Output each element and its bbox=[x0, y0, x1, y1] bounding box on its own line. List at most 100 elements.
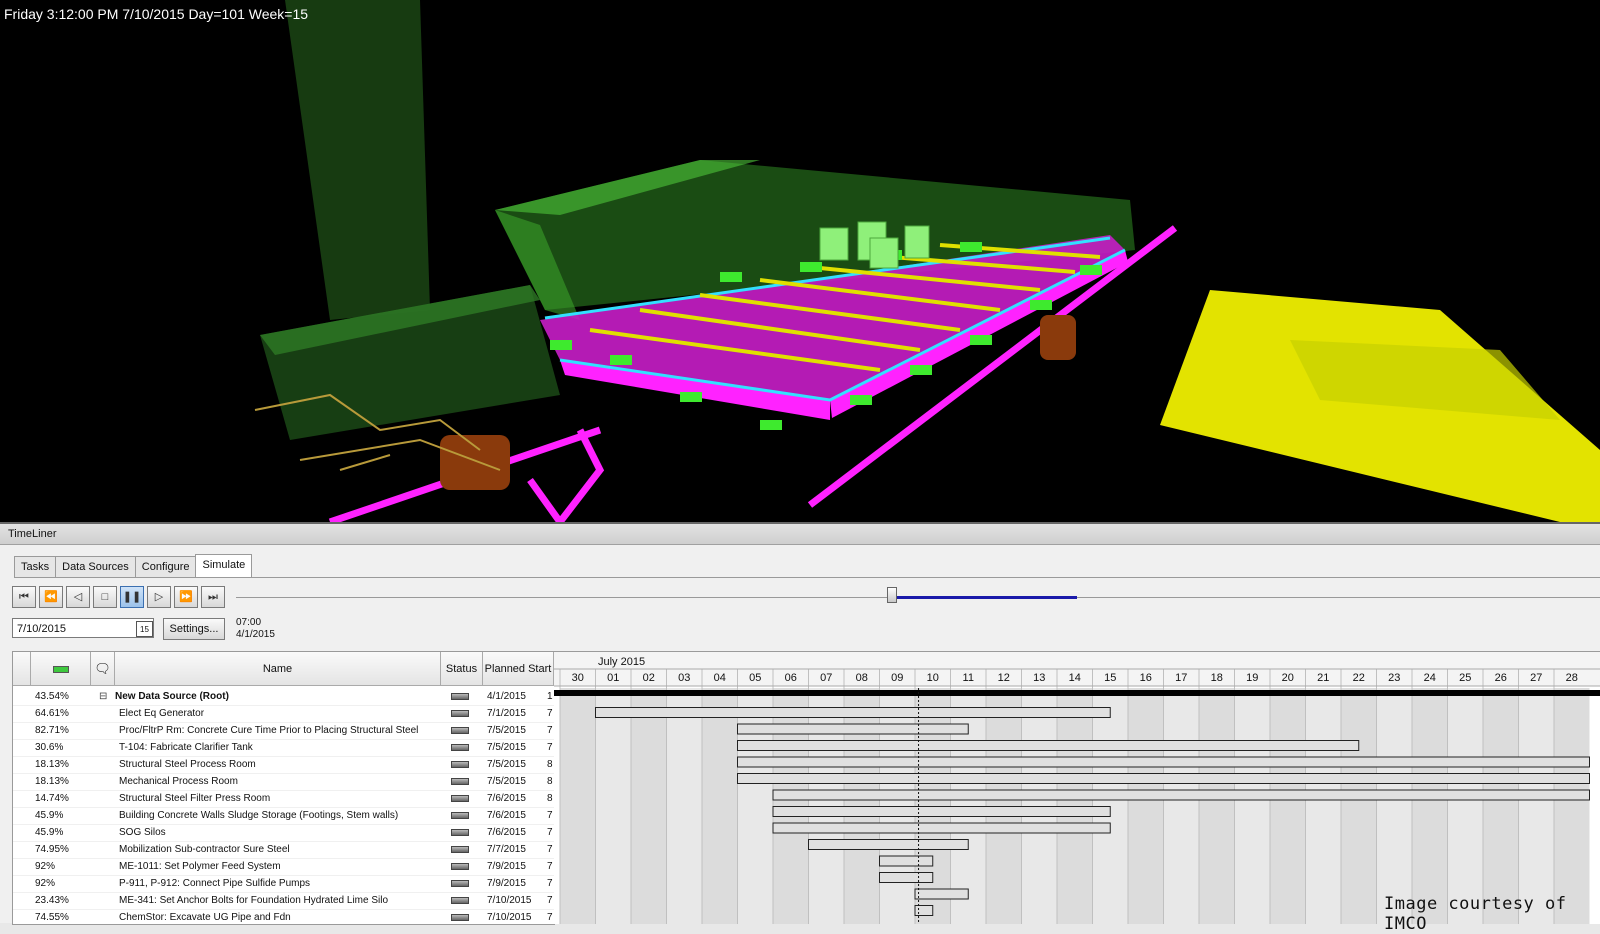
pause-icon[interactable]: ❚❚ bbox=[120, 586, 144, 608]
task-row[interactable]: 43.54% ⊟ New Data Source (Root) 4/1/2015 1 bbox=[13, 688, 554, 706]
task-extra: 7 bbox=[547, 810, 553, 821]
simulation-slider-thumb[interactable] bbox=[886, 587, 897, 603]
tab-simulate[interactable]: Simulate bbox=[195, 554, 253, 577]
gantt-day-label: 17 bbox=[1175, 672, 1187, 684]
status-indicator-icon bbox=[451, 880, 469, 887]
gantt-day-column bbox=[1270, 688, 1306, 924]
gantt-day-column bbox=[1341, 688, 1377, 924]
task-planned-start: 7/5/2015 bbox=[487, 776, 526, 787]
gantt-day-label: 13 bbox=[1033, 672, 1045, 684]
gantt-day-label: 26 bbox=[1495, 672, 1507, 684]
gantt-day-column bbox=[595, 688, 631, 924]
task-planned-start: 7/10/2015 bbox=[487, 895, 532, 906]
planned-start-header[interactable]: Planned Start bbox=[483, 652, 554, 686]
task-row[interactable]: 92% P-911, P-912: Connect Pipe Sulfide Pu… bbox=[13, 875, 554, 893]
stop-icon[interactable]: □ bbox=[93, 586, 117, 608]
task-row[interactable]: 45.9% Building Concrete Walls Sludge Stor… bbox=[13, 807, 554, 825]
task-row[interactable]: 92% ME-1011: Set Polymer Feed System 7/9/2… bbox=[13, 858, 554, 876]
comments-header[interactable]: 🗨 bbox=[91, 652, 115, 686]
comment-icon: 🗨 bbox=[94, 661, 111, 676]
task-percent: 45.9% bbox=[35, 810, 64, 821]
rewind-to-start-icon[interactable]: ⏮ bbox=[12, 586, 36, 608]
task-row[interactable]: 45.9% SOG Silos 7/6/2015 7 bbox=[13, 824, 554, 842]
name-header[interactable]: Name bbox=[115, 652, 441, 686]
task-name: Proc/FltrP Rm: Concrete Cure Time Prior … bbox=[119, 725, 419, 736]
task-row[interactable]: 14.74% Structural Steel Filter Press Room… bbox=[13, 790, 554, 808]
gantt-day-label: 12 bbox=[998, 672, 1010, 684]
task-row[interactable]: 18.13% Mechanical Process Room 7/5/2015 8 bbox=[13, 773, 554, 791]
gantt-task-bar bbox=[879, 855, 934, 867]
gantt-day-column bbox=[1234, 688, 1270, 924]
task-name: Building Concrete Walls Sludge Storage (… bbox=[119, 810, 399, 821]
gantt-chart[interactable]: July 2015 30 01 02 03 04 05 06 07 08 09 10 11 12 13 14 1… bbox=[554, 651, 1600, 924]
task-extra: 1 bbox=[547, 691, 553, 702]
task-planned-start: 7/1/2015 bbox=[487, 708, 526, 719]
gantt-day-label: 21 bbox=[1317, 672, 1329, 684]
task-extra: 8 bbox=[547, 793, 553, 804]
task-name: T-104: Fabricate Clarifier Tank bbox=[119, 742, 253, 753]
task-status bbox=[445, 722, 475, 739]
task-row[interactable]: 82.71% Proc/FltrP Rm: Concrete Cure Time … bbox=[13, 722, 554, 740]
status-header[interactable]: Status bbox=[441, 652, 483, 686]
task-extra: 8 bbox=[547, 759, 553, 770]
status-indicator-icon bbox=[451, 897, 469, 904]
gantt-task-bar bbox=[737, 756, 1590, 768]
settings-button[interactable]: Settings... bbox=[163, 618, 225, 640]
gantt-day-label: 04 bbox=[714, 672, 726, 684]
status-indicator-icon bbox=[451, 693, 469, 700]
tab-divider bbox=[14, 577, 1600, 578]
gantt-day-label: 16 bbox=[1140, 672, 1152, 684]
gantt-month-label: July 2015 bbox=[598, 656, 645, 668]
task-percent: 14.74% bbox=[35, 793, 69, 804]
task-status bbox=[445, 688, 475, 705]
task-row[interactable]: 64.61% Elect Eq Generator 7/1/2015 7 bbox=[13, 705, 554, 723]
building-model-render bbox=[254, 0, 1600, 522]
play-backward-icon[interactable]: ◁ bbox=[66, 586, 90, 608]
task-row[interactable]: 23.43% ME-341: Set Anchor Bolts for Found… bbox=[13, 892, 554, 910]
gantt-task-bar bbox=[595, 707, 1111, 718]
tab-tasks[interactable]: Tasks bbox=[14, 556, 57, 577]
viewport-status-text: Friday 3:12:00 PM 7/10/2015 Day=101 Week… bbox=[4, 6, 309, 22]
step-forward-icon[interactable]: ⏩ bbox=[174, 586, 198, 608]
start-date-display: 4/1/2015 bbox=[236, 629, 275, 640]
progress-header[interactable] bbox=[31, 652, 91, 686]
task-name: Structural Steel Filter Press Room bbox=[119, 793, 271, 804]
step-back-icon[interactable]: ⏪ bbox=[39, 586, 63, 608]
play-icon[interactable]: ▷ bbox=[147, 586, 171, 608]
gantt-day-label: 27 bbox=[1530, 672, 1542, 684]
forward-to-end-icon[interactable]: ⏭ bbox=[201, 586, 225, 608]
task-row[interactable]: 18.13% Structural Steel Process Room 7/5/2… bbox=[13, 756, 554, 774]
gantt-day-column bbox=[1376, 688, 1412, 924]
gantt-day-label: 03 bbox=[678, 672, 690, 684]
gantt-day-label: 08 bbox=[856, 672, 868, 684]
row-selector-header bbox=[13, 652, 31, 686]
timeliner-tabs: Tasks Data Sources Configure Simulate bbox=[14, 554, 253, 577]
task-status bbox=[445, 773, 475, 790]
collapse-icon[interactable]: ⊟ bbox=[99, 688, 111, 705]
task-row[interactable]: 30.6% T-104: Fabricate Clarifier Tank 7/5/… bbox=[13, 739, 554, 757]
gantt-day-label: 23 bbox=[1388, 672, 1400, 684]
gantt-day-column bbox=[631, 688, 667, 924]
task-extra: 7 bbox=[547, 708, 553, 719]
date-field[interactable]: 7/10/2015 bbox=[12, 618, 154, 638]
gantt-day-label: 05 bbox=[749, 672, 761, 684]
task-name: Structural Steel Process Room bbox=[119, 759, 256, 770]
task-name: New Data Source (Root) bbox=[115, 691, 229, 702]
3d-viewport[interactable]: Friday 3:12:00 PM 7/10/2015 Day=101 Week… bbox=[0, 0, 1600, 524]
task-planned-start: 7/9/2015 bbox=[487, 878, 526, 889]
gantt-day-label: 24 bbox=[1424, 672, 1436, 684]
tab-configure[interactable]: Configure bbox=[134, 556, 197, 577]
task-row[interactable]: 74.95% Mobilization Sub-contractor Sure S… bbox=[13, 841, 554, 859]
gantt-task-bar bbox=[914, 888, 969, 900]
task-planned-start: 7/6/2015 bbox=[487, 793, 526, 804]
task-percent: 74.95% bbox=[35, 844, 69, 855]
calendar-icon[interactable]: 15 bbox=[136, 621, 153, 637]
task-percent: 82.71% bbox=[35, 725, 69, 736]
gantt-day-label: 09 bbox=[891, 672, 903, 684]
tab-data-sources[interactable]: Data Sources bbox=[55, 556, 136, 577]
gantt-canvas: July 2015 30 01 02 03 04 05 06 07 08 09 10 11 12 13 14 1… bbox=[554, 652, 1600, 924]
task-percent: 43.54% bbox=[35, 691, 69, 702]
task-extra: 8 bbox=[547, 776, 553, 787]
task-status bbox=[445, 705, 475, 722]
image-credit: Image courtesy of IMCO bbox=[1384, 894, 1567, 934]
